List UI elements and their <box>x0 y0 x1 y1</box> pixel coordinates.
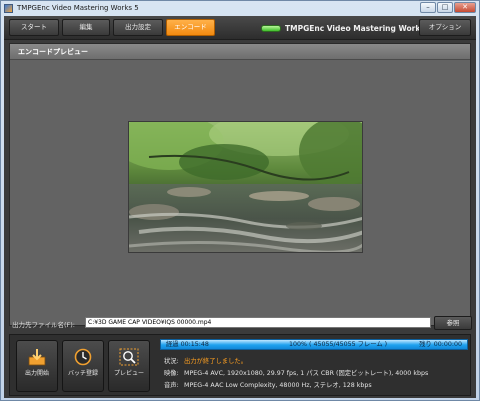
preview-magnifier-icon <box>119 348 139 366</box>
encode-progress-bar: 経過 00:15:48 100% ( 45055/45055 フレーム ) 残り… <box>160 339 468 350</box>
status-label: 状況: <box>164 358 179 365</box>
output-file-label: 出力先ファイル名(F): <box>12 321 76 329</box>
panel-title: エンコードプレビュー <box>10 44 470 60</box>
browse-button[interactable]: 参照 <box>434 316 472 330</box>
nav-start-button[interactable]: スタート <box>9 19 59 36</box>
status-row: 状況: 出力が終了しました。 <box>164 356 247 365</box>
app-icon <box>4 3 13 13</box>
option-button[interactable]: オプション <box>419 19 471 36</box>
start-output-label: 出力開始 <box>24 370 49 377</box>
audio-value: MPEG-4 AAC Low Complexity, 48000 Hz, ステレ… <box>184 382 372 389</box>
top-navigation: スタート 編集 出力設定 エンコード TMPGEnc Video Masteri… <box>4 16 476 40</box>
batch-register-button[interactable]: バッチ登録 <box>62 340 104 392</box>
minimize-button[interactable]: – <box>420 2 436 13</box>
audio-label: 音声: <box>164 382 179 389</box>
encode-preview-panel: エンコードプレビュー <box>9 43 471 326</box>
app-window: TMPGEnc Video Mastering Works 5 – □ ✕ スタ… <box>0 0 480 401</box>
video-value: MPEG-4 AVC, 1920x1080, 29.97 fps, 1 パス C… <box>184 370 429 377</box>
frame-progress: 100% ( 45055/45055 フレーム ) <box>289 341 388 348</box>
output-start-icon <box>28 349 46 366</box>
brand-logo: TMPGEnc Video Mastering Works 5 <box>261 22 433 34</box>
nav-output-settings-button[interactable]: 出力設定 <box>113 19 163 36</box>
remaining-time: 残り 00:00:00 <box>419 341 462 348</box>
preview-button[interactable]: プレビュー <box>108 340 150 392</box>
nav-encode-button[interactable]: エンコード <box>166 19 215 36</box>
video-row: 映像: MPEG-4 AVC, 1920x1080, 29.97 fps, 1 … <box>164 368 428 377</box>
clock-icon <box>74 348 92 366</box>
client-area: スタート 編集 出力設定 エンコード TMPGEnc Video Masteri… <box>4 16 476 398</box>
title-bar: TMPGEnc Video Mastering Works 5 – □ ✕ <box>1 1 479 15</box>
nav-edit-button[interactable]: 編集 <box>62 19 110 36</box>
brand-text: TMPGEnc Video Mastering Works 5 <box>285 23 433 33</box>
status-value: 出力が終了しました。 <box>184 358 247 365</box>
audio-row: 音声: MPEG-4 AAC Low Complexity, 48000 Hz,… <box>164 380 372 389</box>
elapsed-time: 経過 00:15:48 <box>166 341 209 348</box>
brand-indicator-icon <box>261 24 281 32</box>
window-title: TMPGEnc Video Mastering Works 5 <box>17 4 139 12</box>
maximize-button[interactable]: □ <box>437 2 453 13</box>
start-output-button[interactable]: 出力開始 <box>16 340 58 392</box>
output-file-input[interactable]: C:¥3D GAME CAP VIDEO¥IQS 00000.mp4 <box>85 317 431 328</box>
encode-control-panel: 出力開始 バッチ登録 プレビュー 経過 00:15:48 100% (4505… <box>9 334 471 396</box>
video-label: 映像: <box>164 370 179 377</box>
window-controls: – □ ✕ <box>419 2 476 13</box>
batch-register-label: バッチ登録 <box>67 370 98 377</box>
preview-frame-image <box>128 121 363 253</box>
river-scene-image <box>129 122 362 252</box>
preview-label: プレビュー <box>113 370 144 377</box>
close-button[interactable]: ✕ <box>454 2 476 13</box>
